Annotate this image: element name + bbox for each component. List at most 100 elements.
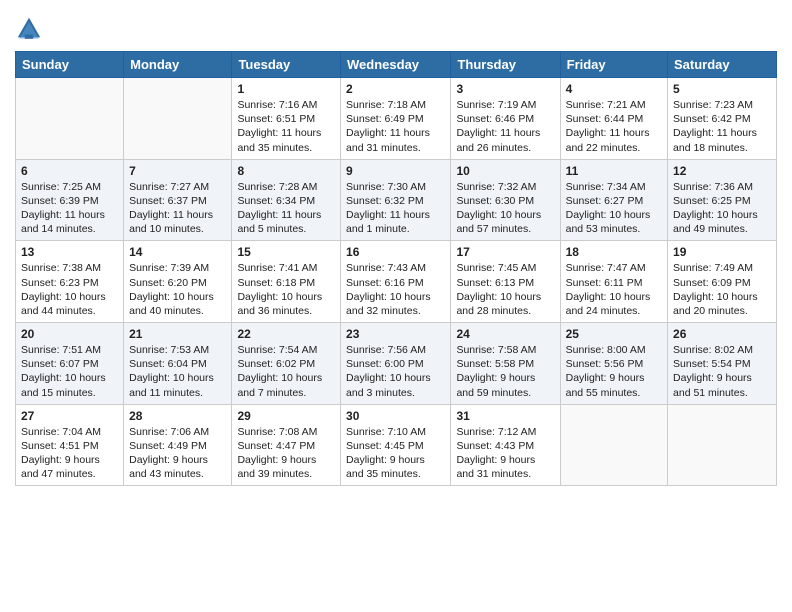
day-number: 20	[21, 327, 118, 341]
cell-content: Sunrise: 7:41 AM Sunset: 6:18 PM Dayligh…	[237, 261, 335, 318]
calendar-cell: 19Sunrise: 7:49 AM Sunset: 6:09 PM Dayli…	[668, 241, 777, 323]
cell-content: Sunrise: 7:25 AM Sunset: 6:39 PM Dayligh…	[21, 180, 118, 237]
cell-content: Sunrise: 7:54 AM Sunset: 6:02 PM Dayligh…	[237, 343, 335, 400]
day-number: 10	[456, 164, 554, 178]
day-number: 11	[566, 164, 662, 178]
calendar-cell	[668, 404, 777, 486]
calendar-cell: 26Sunrise: 8:02 AM Sunset: 5:54 PM Dayli…	[668, 323, 777, 405]
day-number: 27	[21, 409, 118, 423]
calendar-row: 13 Sunrise: 7:38 AM Sunset: 6:23 PM Dayli…	[16, 241, 777, 323]
cell-content: Sunrise: 7:39 AM Sunset: 6:20 PM Dayligh…	[129, 261, 226, 318]
calendar-cell: 7 Sunrise: 7:27 AM Sunset: 6:37 PM Daylig…	[124, 159, 232, 241]
col-header-thursday: Thursday	[451, 52, 560, 78]
day-number: 19	[673, 245, 771, 259]
cell-content: Sunrise: 7:04 AM Sunset: 4:51 PM Dayligh…	[21, 425, 118, 482]
cell-content: Sunrise: 7:30 AM Sunset: 6:32 PM Dayligh…	[346, 180, 445, 237]
cell-content: Sunrise: 7:23 AM Sunset: 6:42 PM Dayligh…	[673, 98, 771, 155]
calendar-cell: 25 Sunrise: 8:00 AM Sunset: 5:56 PM Dayli…	[560, 323, 667, 405]
day-number: 16	[346, 245, 445, 259]
cell-content: Sunrise: 7:47 AM Sunset: 6:11 PM Dayligh…	[566, 261, 662, 318]
calendar-row: 27 Sunrise: 7:04 AM Sunset: 4:51 PM Dayli…	[16, 404, 777, 486]
col-header-saturday: Saturday	[668, 52, 777, 78]
calendar-cell: 12 Sunrise: 7:36 AM Sunset: 6:25 PM Dayli…	[668, 159, 777, 241]
day-number: 21	[129, 327, 226, 341]
day-number: 23	[346, 327, 445, 341]
calendar-cell: 17 Sunrise: 7:45 AM Sunset: 6:13 PM Dayli…	[451, 241, 560, 323]
calendar-row: 1Sunrise: 7:16 AM Sunset: 6:51 PM Daylig…	[16, 78, 777, 160]
calendar-cell: 27 Sunrise: 7:04 AM Sunset: 4:51 PM Dayli…	[16, 404, 124, 486]
calendar-cell	[16, 78, 124, 160]
day-number: 29	[237, 409, 335, 423]
day-number: 17	[456, 245, 554, 259]
day-number: 4	[566, 82, 662, 96]
calendar-cell: 13 Sunrise: 7:38 AM Sunset: 6:23 PM Dayli…	[16, 241, 124, 323]
calendar-cell: 16Sunrise: 7:43 AM Sunset: 6:16 PM Dayli…	[341, 241, 451, 323]
day-number: 22	[237, 327, 335, 341]
calendar-cell: 1Sunrise: 7:16 AM Sunset: 6:51 PM Daylig…	[232, 78, 341, 160]
calendar-cell: 28 Sunrise: 7:06 AM Sunset: 4:49 PM Dayli…	[124, 404, 232, 486]
day-number: 31	[456, 409, 554, 423]
day-number: 24	[456, 327, 554, 341]
logo	[15, 15, 46, 43]
calendar-cell: 11 Sunrise: 7:34 AM Sunset: 6:27 PM Dayli…	[560, 159, 667, 241]
cell-content: Sunrise: 7:19 AM Sunset: 6:46 PM Dayligh…	[456, 98, 554, 155]
calendar-cell: 4Sunrise: 7:21 AM Sunset: 6:44 PM Daylig…	[560, 78, 667, 160]
day-number: 13	[21, 245, 118, 259]
col-header-friday: Friday	[560, 52, 667, 78]
calendar-cell: 23 Sunrise: 7:56 AM Sunset: 6:00 PM Dayli…	[341, 323, 451, 405]
cell-content: Sunrise: 7:08 AM Sunset: 4:47 PM Dayligh…	[237, 425, 335, 482]
cell-content: Sunrise: 7:16 AM Sunset: 6:51 PM Dayligh…	[237, 98, 335, 155]
calendar-cell: 30Sunrise: 7:10 AM Sunset: 4:45 PM Dayli…	[341, 404, 451, 486]
calendar-row: 6 Sunrise: 7:25 AM Sunset: 6:39 PM Daylig…	[16, 159, 777, 241]
day-number: 9	[346, 164, 445, 178]
calendar-row: 20 Sunrise: 7:51 AM Sunset: 6:07 PM Dayli…	[16, 323, 777, 405]
day-number: 26	[673, 327, 771, 341]
day-number: 15	[237, 245, 335, 259]
cell-content: Sunrise: 7:27 AM Sunset: 6:37 PM Dayligh…	[129, 180, 226, 237]
calendar-cell: 2 Sunrise: 7:18 AM Sunset: 6:49 PM Daylig…	[341, 78, 451, 160]
calendar-cell: 6 Sunrise: 7:25 AM Sunset: 6:39 PM Daylig…	[16, 159, 124, 241]
day-number: 25	[566, 327, 662, 341]
cell-content: Sunrise: 8:00 AM Sunset: 5:56 PM Dayligh…	[566, 343, 662, 400]
cell-content: Sunrise: 7:36 AM Sunset: 6:25 PM Dayligh…	[673, 180, 771, 237]
day-number: 5	[673, 82, 771, 96]
calendar-cell: 22 Sunrise: 7:54 AM Sunset: 6:02 PM Dayli…	[232, 323, 341, 405]
col-header-tuesday: Tuesday	[232, 52, 341, 78]
cell-content: Sunrise: 7:38 AM Sunset: 6:23 PM Dayligh…	[21, 261, 118, 318]
day-number: 28	[129, 409, 226, 423]
calendar-cell: 21 Sunrise: 7:53 AM Sunset: 6:04 PM Dayli…	[124, 323, 232, 405]
cell-content: Sunrise: 7:28 AM Sunset: 6:34 PM Dayligh…	[237, 180, 335, 237]
calendar-cell: 24 Sunrise: 7:58 AM Sunset: 5:58 PM Dayli…	[451, 323, 560, 405]
col-header-wednesday: Wednesday	[341, 52, 451, 78]
header-row: SundayMondayTuesdayWednesdayThursdayFrid…	[16, 52, 777, 78]
day-number: 3	[456, 82, 554, 96]
col-header-monday: Monday	[124, 52, 232, 78]
cell-content: Sunrise: 7:51 AM Sunset: 6:07 PM Dayligh…	[21, 343, 118, 400]
calendar-cell: 29 Sunrise: 7:08 AM Sunset: 4:47 PM Dayli…	[232, 404, 341, 486]
calendar-cell: 3 Sunrise: 7:19 AM Sunset: 6:46 PM Daylig…	[451, 78, 560, 160]
cell-content: Sunrise: 7:18 AM Sunset: 6:49 PM Dayligh…	[346, 98, 445, 155]
day-number: 7	[129, 164, 226, 178]
calendar-cell: 15 Sunrise: 7:41 AM Sunset: 6:18 PM Dayli…	[232, 241, 341, 323]
cell-content: Sunrise: 7:56 AM Sunset: 6:00 PM Dayligh…	[346, 343, 445, 400]
day-number: 6	[21, 164, 118, 178]
calendar-cell: 8 Sunrise: 7:28 AM Sunset: 6:34 PM Daylig…	[232, 159, 341, 241]
cell-content: Sunrise: 7:53 AM Sunset: 6:04 PM Dayligh…	[129, 343, 226, 400]
cell-content: Sunrise: 7:12 AM Sunset: 4:43 PM Dayligh…	[456, 425, 554, 482]
day-number: 2	[346, 82, 445, 96]
day-number: 8	[237, 164, 335, 178]
cell-content: Sunrise: 7:06 AM Sunset: 4:49 PM Dayligh…	[129, 425, 226, 482]
cell-content: Sunrise: 7:58 AM Sunset: 5:58 PM Dayligh…	[456, 343, 554, 400]
cell-content: Sunrise: 7:45 AM Sunset: 6:13 PM Dayligh…	[456, 261, 554, 318]
calendar-cell: 14 Sunrise: 7:39 AM Sunset: 6:20 PM Dayli…	[124, 241, 232, 323]
calendar-cell: 20 Sunrise: 7:51 AM Sunset: 6:07 PM Dayli…	[16, 323, 124, 405]
calendar-cell: 31 Sunrise: 7:12 AM Sunset: 4:43 PM Dayli…	[451, 404, 560, 486]
calendar-table: SundayMondayTuesdayWednesdayThursdayFrid…	[15, 51, 777, 486]
day-number: 14	[129, 245, 226, 259]
cell-content: Sunrise: 7:10 AM Sunset: 4:45 PM Dayligh…	[346, 425, 445, 482]
cell-content: Sunrise: 7:34 AM Sunset: 6:27 PM Dayligh…	[566, 180, 662, 237]
calendar-cell	[560, 404, 667, 486]
col-header-sunday: Sunday	[16, 52, 124, 78]
day-number: 12	[673, 164, 771, 178]
header	[15, 10, 777, 43]
